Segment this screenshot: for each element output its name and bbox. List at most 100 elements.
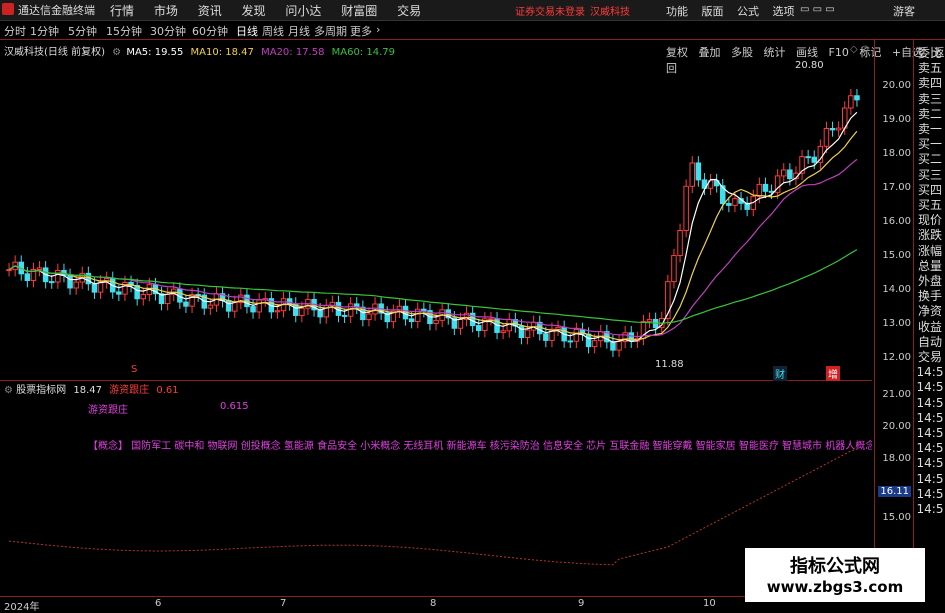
period-intraday-label: 分时: [4, 25, 26, 38]
side-item[interactable]: 买一: [914, 137, 945, 152]
indicator-panel[interactable]: ⚙ 股票指标网 18.47 游资跟庄 0.61 游资跟庄 0.615 【概念】 …: [0, 381, 872, 596]
candle-body: [341, 314, 348, 317]
finance-badge[interactable]: 财: [773, 366, 787, 381]
diamond-icon[interactable]: ◇ ⊘: [850, 44, 869, 55]
candle-body: [854, 95, 860, 101]
side-item[interactable]: 净资: [914, 304, 945, 319]
indicator-svg: [9, 448, 858, 566]
candle-body: [250, 306, 256, 313]
side-item[interactable]: 收益: [914, 320, 945, 335]
candle-body: [183, 301, 189, 307]
app-logo-icon: [2, 3, 14, 15]
side-item[interactable]: 买五: [914, 198, 945, 213]
candle-body: [671, 255, 677, 283]
period-15min[interactable]: 15分钟: [106, 23, 142, 39]
menu-news[interactable]: 资讯: [198, 4, 222, 18]
sub-tick: 20.00: [882, 421, 911, 432]
indicator-label: 游资跟庄: [109, 385, 150, 396]
period-60min[interactable]: 60分钟: [192, 23, 228, 39]
main-chart[interactable]: 汉威科技(日线 前复权) ⚙ MA5: 19.55 MA10: 18.47 MA…: [0, 40, 872, 381]
period-30min[interactable]: 30分钟: [150, 23, 186, 39]
candle-body: [164, 293, 171, 305]
side-item[interactable]: 卖一: [914, 122, 945, 137]
candle-body: [299, 307, 305, 316]
menu-discover[interactable]: 发现: [242, 4, 266, 18]
settings-icon[interactable]: ⚙: [112, 47, 121, 58]
date-tick: 8: [430, 598, 437, 609]
side-item[interactable]: 交易: [914, 350, 945, 365]
side-item: 14:5: [916, 410, 944, 425]
candle-body: [207, 304, 214, 309]
candle-body: [317, 309, 323, 318]
menu-quotes[interactable]: 行情: [110, 4, 134, 18]
date-tick: 2024年: [4, 602, 40, 613]
ma60-label: MA60: 14.79: [331, 47, 396, 58]
period-1min[interactable]: 1分钟: [30, 23, 59, 39]
side-item[interactable]: 涨跌: [914, 228, 945, 243]
side-item[interactable]: 买二: [914, 152, 945, 167]
side-item: 14:5: [916, 426, 944, 441]
login-notice[interactable]: 证券交易未登录: [515, 3, 585, 18]
candle-body: [36, 267, 43, 270]
settings-icon[interactable]: ⚙: [4, 385, 13, 396]
price-tick: 12.00: [882, 352, 911, 363]
menu-trade[interactable]: 交易: [397, 4, 421, 18]
period-monthly[interactable]: 月线: [288, 23, 310, 39]
period-intraday[interactable]: 分时: [4, 23, 26, 39]
chart-header: 汉威科技(日线 前复权) ⚙ MA5: 19.55 MA10: 18.47 MA…: [4, 43, 395, 58]
candle-body: [366, 313, 372, 321]
price-tick: 19.00: [882, 114, 911, 125]
period-5min[interactable]: 5分钟: [68, 23, 97, 39]
candle-body: [408, 318, 415, 323]
side-item[interactable]: 现价: [914, 213, 945, 228]
candle-body: [567, 340, 573, 343]
candle-body: [591, 340, 598, 348]
candle-body: [573, 329, 580, 342]
candle-body: [677, 229, 683, 257]
date-axis: 2024年 6 7 8 9 10: [0, 596, 872, 613]
period-daily[interactable]: 日线: [236, 23, 258, 39]
period-more[interactable]: 更多: [350, 23, 372, 39]
menu-options[interactable]: 选项: [773, 5, 795, 18]
menu-formula[interactable]: 公式: [737, 5, 759, 18]
side-item[interactable]: 卖四: [914, 76, 945, 91]
side-item[interactable]: 自动: [914, 335, 945, 350]
side-item[interactable]: 涨幅: [914, 244, 945, 259]
candle-body: [116, 291, 122, 295]
side-item[interactable]: 买三: [914, 168, 945, 183]
menu-ask[interactable]: 问小达: [285, 4, 321, 18]
side-item[interactable]: 委比: [914, 46, 945, 61]
candle-body: [134, 285, 140, 300]
indicator-line: [9, 448, 858, 566]
side-item[interactable]: 买四: [914, 183, 945, 198]
date-tick: 6: [155, 598, 162, 609]
sub-tick: 21.00: [882, 389, 911, 400]
increase-badge[interactable]: 增: [826, 366, 840, 381]
side-item[interactable]: 卖五: [914, 61, 945, 76]
side-item[interactable]: 换手: [914, 289, 945, 304]
candle-body: [274, 310, 281, 313]
price-tick: 15.00: [882, 250, 911, 261]
candle-body: [787, 169, 793, 180]
watermark: 指标公式网 www.zbgs3.com: [745, 548, 925, 602]
menu-wealth[interactable]: 财富圈: [341, 4, 377, 18]
candle-body: [433, 319, 439, 325]
guest-label[interactable]: 游客: [893, 3, 915, 19]
chevron-right-icon[interactable]: ›: [376, 23, 380, 36]
period-weekly[interactable]: 周线: [262, 23, 284, 39]
right-menu: 功能 版面 公式 选项: [666, 3, 805, 19]
side-item[interactable]: 卖二: [914, 107, 945, 122]
indicator-name: 股票指标网: [16, 385, 67, 396]
window-controls[interactable]: ▭ ▭ ▭: [800, 4, 835, 15]
main-menu: 行情 市场 资讯 发现 问小达 财富圈 交易: [110, 2, 437, 19]
menu-function[interactable]: 功能: [666, 5, 688, 18]
signal-s-label: S: [131, 364, 138, 375]
side-item[interactable]: 外盘: [914, 274, 945, 289]
candle-body: [524, 329, 531, 339]
menu-market[interactable]: 市场: [154, 4, 178, 18]
side-item[interactable]: 总量: [914, 259, 945, 274]
date-tick: 10: [703, 598, 716, 609]
menu-layout[interactable]: 版面: [702, 5, 724, 18]
side-item[interactable]: 卖三: [914, 92, 945, 107]
period-multi[interactable]: 多周期: [314, 23, 347, 39]
